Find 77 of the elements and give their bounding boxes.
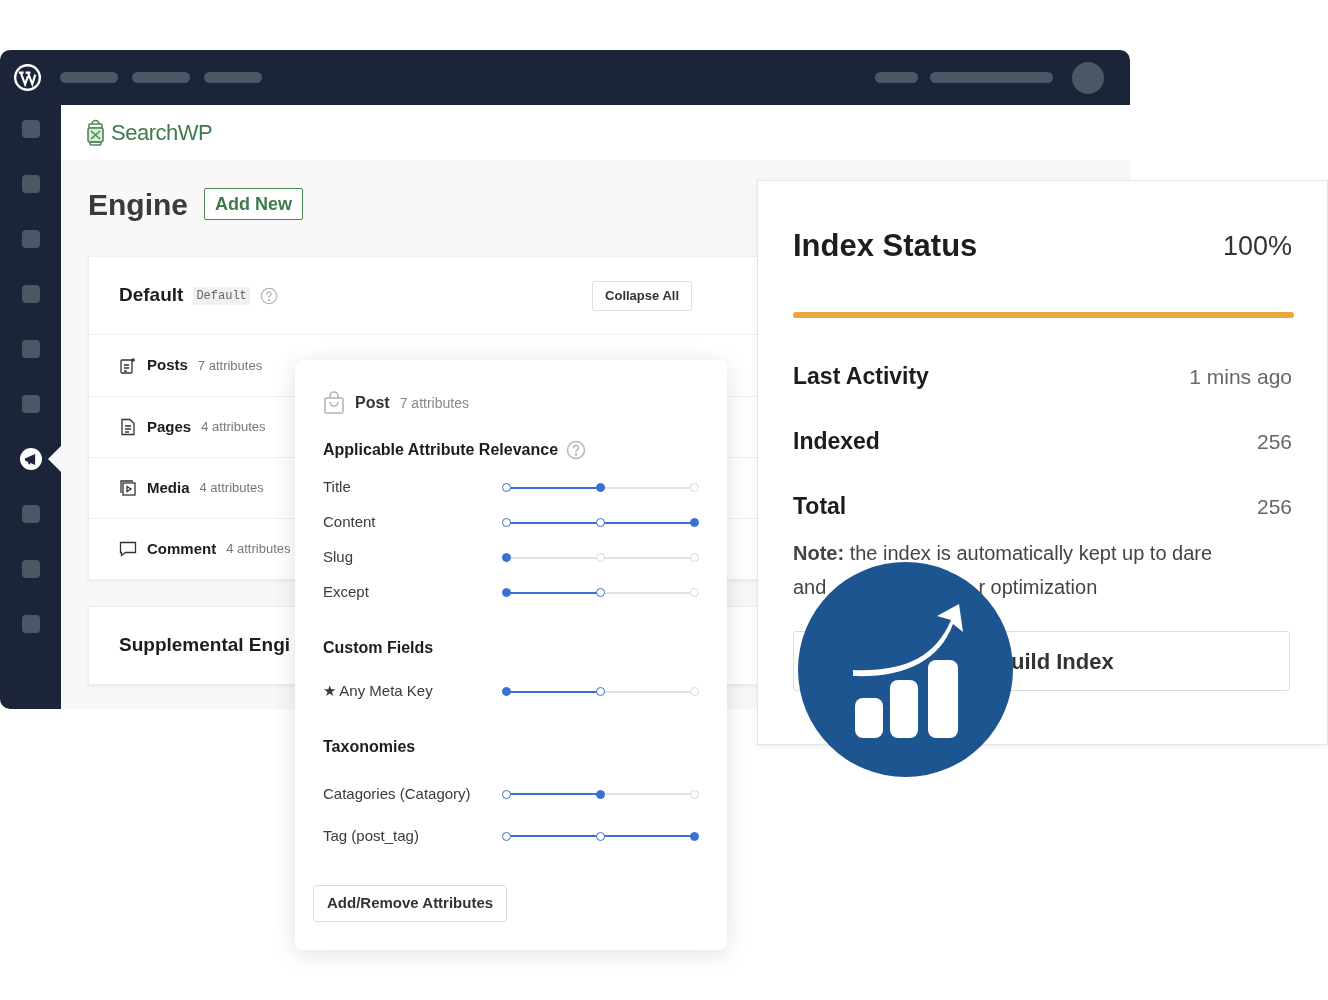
stat-value: 256 [1256, 493, 1292, 520]
attribute-count: 4 attributes [199, 479, 264, 498]
wordpress-logo-icon[interactable] [13, 63, 42, 92]
slider-thumb[interactable] [501, 687, 511, 696]
menu-placeholder[interactable] [60, 72, 118, 83]
stat-label: Indexed [793, 427, 880, 457]
relevance-slider[interactable] [502, 516, 698, 529]
relevance-slider[interactable] [502, 481, 698, 494]
note-text: r optimization [978, 575, 1098, 600]
menu-placeholder[interactable] [132, 72, 190, 83]
slider-stop[interactable] [595, 687, 605, 696]
section-heading: Taxonomies [323, 737, 416, 757]
shopping-bag-icon [323, 391, 345, 415]
relevance-slider[interactable] [502, 586, 698, 599]
megaphone-icon [24, 452, 37, 466]
attribute-label: Except [323, 582, 369, 603]
attribute-label: Title [323, 477, 351, 498]
menu-placeholder[interactable] [875, 72, 918, 83]
slider-thumb[interactable] [501, 553, 511, 562]
attribute-label: Catagories (Catagory) [323, 783, 471, 804]
source-name: Post [355, 393, 390, 413]
section-heading: Custom Fields [323, 638, 434, 658]
note-text: and [793, 575, 827, 600]
source-name[interactable]: Media [147, 476, 190, 500]
relevance-slider[interactable] [502, 788, 698, 800]
menu-placeholder[interactable] [204, 72, 262, 83]
attribute-count: 4 attributes [201, 418, 266, 437]
sidebar-item[interactable] [19, 448, 42, 470]
source-name[interactable]: Comment [147, 537, 217, 561]
slider-stop[interactable] [501, 831, 511, 841]
slider-stop[interactable] [501, 789, 511, 799]
slider-stop[interactable] [501, 483, 511, 492]
slider-thumb[interactable] [595, 789, 605, 799]
attribute-label: Content [323, 512, 376, 533]
document-icon [119, 418, 137, 436]
speech-bubble-icon [119, 540, 137, 558]
relevance-slider[interactable] [502, 830, 698, 842]
stat-label: Total [793, 492, 847, 522]
brand-name: SearchWP [111, 119, 213, 147]
slider-stop[interactable] [595, 518, 605, 527]
note-text: Note: the index is automatically kept up to dare [793, 541, 1214, 566]
relevance-slider[interactable] [502, 685, 698, 698]
document-plus-icon [119, 356, 137, 375]
attribute-label: Tag (post_tag) [323, 825, 419, 846]
stat-value: 256 [1256, 428, 1292, 455]
source-name[interactable]: Pages [147, 415, 192, 439]
help-icon[interactable] [259, 286, 278, 305]
slider-thumb[interactable] [501, 588, 511, 597]
stat-label: Last Activity [793, 362, 929, 392]
slider-stop[interactable] [595, 831, 605, 841]
index-status-title: Index Status [793, 226, 978, 265]
avatar[interactable] [1072, 61, 1104, 94]
index-percent: 100% [1222, 229, 1292, 263]
engine-name: Supplemental Engi [119, 633, 291, 658]
attribute-count: 4 attributes [226, 540, 291, 559]
section-heading: Applicable Attribute Relevance [323, 440, 559, 460]
slider-thumb[interactable] [595, 483, 605, 492]
attribute-label: Slug [323, 547, 354, 568]
attribute-count: 7 attributes [197, 356, 263, 375]
slider-stop[interactable] [595, 588, 605, 597]
page-title: Engine [88, 186, 188, 223]
attribute-count: 7 attributes [399, 393, 469, 413]
relevance-slider[interactable] [502, 551, 698, 564]
stat-value: 1 mins ago [1189, 363, 1292, 390]
source-name[interactable]: Posts [147, 354, 188, 377]
add-new-button[interactable]: Add New [204, 188, 304, 220]
lantern-icon [86, 118, 105, 147]
media-play-icon [119, 479, 137, 497]
slider-thumb[interactable] [689, 831, 699, 841]
slider-stop[interactable] [501, 518, 511, 527]
collapse-all-button[interactable]: Collapse All [592, 280, 692, 311]
slider-thumb[interactable] [689, 518, 699, 527]
engine-tag: Default [193, 286, 250, 305]
help-icon[interactable] [566, 440, 587, 460]
attribute-label: ★ Any Meta Key [323, 681, 433, 702]
engine-name: Default [119, 283, 184, 308]
add-remove-attributes-button[interactable]: Add/Remove Attributes [313, 885, 508, 922]
